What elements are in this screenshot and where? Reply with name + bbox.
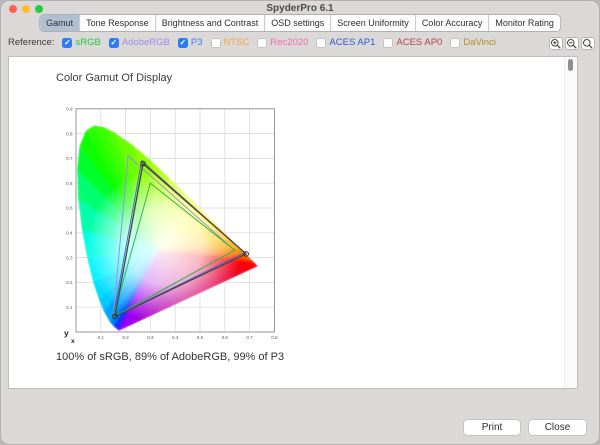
title-bar[interactable]: SpyderPro 6.1 [0, 0, 600, 14]
svg-text:0.7: 0.7 [246, 335, 253, 340]
svg-text:0.1: 0.1 [98, 335, 105, 340]
checkbox-label-aces-ap1: ACES AP1 [329, 37, 375, 48]
cie-chromaticity-chart: 0.1 0.2 0.3 0.4 0.5 0.6 0.7 0.8 0.1 0.2 0.3 0.4 0.5 0… [44, 100, 306, 350]
tab-gamut[interactable]: Gamut [40, 15, 79, 31]
zoom-in-icon [550, 38, 562, 50]
scrollbar-thumb[interactable] [568, 59, 573, 71]
checkbox-label-ntsc: NTSC [224, 37, 250, 48]
svg-text:0.1: 0.1 [66, 305, 73, 310]
scrollbar-track[interactable] [564, 57, 577, 388]
reference-option-adobergb[interactable]: ✓AdobeRGB [109, 37, 170, 48]
close-button[interactable]: Close [528, 419, 587, 436]
svg-text:0.5: 0.5 [66, 206, 73, 211]
svg-text:0.7: 0.7 [66, 156, 73, 161]
magnifier-icon [582, 38, 594, 50]
print-button[interactable]: Print [463, 419, 521, 436]
checkbox-label-rec2020: Rec2020 [270, 37, 308, 48]
svg-text:0.5: 0.5 [197, 335, 204, 340]
reference-option-aces-ap1[interactable]: ACES AP1 [316, 37, 375, 48]
svg-text:0.4: 0.4 [172, 335, 179, 340]
checked-checkbox-adobergb[interactable]: ✓ [109, 38, 119, 48]
zoom-reset-button[interactable] [581, 37, 595, 50]
svg-text:0.6: 0.6 [222, 335, 229, 340]
reference-option-rec2020[interactable]: Rec2020 [257, 37, 308, 48]
checked-checkbox-p3[interactable]: ✓ [178, 38, 188, 48]
y-axis-label: y [64, 328, 69, 338]
tab-brightness-and-contrast[interactable]: Brightness and Contrast [155, 15, 265, 31]
zoom-toolbar [549, 37, 595, 50]
svg-text:0.4: 0.4 [66, 231, 73, 236]
checked-checkbox-srgb[interactable]: ✓ [62, 38, 72, 48]
checkbox-label-adobergb: AdobeRGB [122, 37, 170, 48]
reference-option-p3[interactable]: ✓P3 [178, 37, 203, 48]
window-title: SpyderPro 6.1 [0, 3, 600, 14]
tab-color-accuracy[interactable]: Color Accuracy [415, 15, 489, 31]
unchecked-checkbox-aces-ap0[interactable] [383, 38, 393, 48]
checkbox-label-p3: P3 [191, 37, 203, 48]
zoom-in-button[interactable] [549, 37, 563, 50]
content-panel: Color Gamut Of Display 0.10.20.30.40.50.… [8, 56, 578, 389]
unchecked-checkbox-ntsc[interactable] [211, 38, 221, 48]
unchecked-checkbox-rec2020[interactable] [257, 38, 267, 48]
tab-screen-uniformity[interactable]: Screen Uniformity [330, 15, 415, 31]
tab-tone-response[interactable]: Tone Response [79, 15, 155, 31]
zoom-out-button[interactable] [565, 37, 579, 50]
reference-option-aces-ap0[interactable]: ACES AP0 [383, 37, 442, 48]
chart-title: Color Gamut Of Display [56, 72, 172, 84]
unchecked-checkbox-aces-ap1[interactable] [316, 38, 326, 48]
svg-text:0.8: 0.8 [66, 131, 73, 136]
svg-text:0.8: 0.8 [271, 335, 278, 340]
reference-options: ✓sRGB✓AdobeRGB✓P3NTSCRec2020ACES AP1ACES… [62, 37, 495, 48]
reference-option-srgb[interactable]: ✓sRGB [62, 37, 100, 48]
zoom-out-icon [566, 38, 578, 50]
reference-option-davinci[interactable]: DaVinci [450, 37, 496, 48]
reference-row: Reference: ✓sRGB✓AdobeRGB✓P3NTSCRec2020A… [8, 37, 496, 48]
svg-text:0.2: 0.2 [122, 335, 129, 340]
app-window: SpyderPro 6.1 GamutTone ResponseBrightne… [0, 0, 600, 445]
unchecked-checkbox-davinci[interactable] [450, 38, 460, 48]
svg-text:0.9: 0.9 [66, 107, 73, 112]
svg-text:0.2: 0.2 [66, 280, 73, 285]
tab-bar: GamutTone ResponseBrightness and Contras… [39, 14, 561, 32]
checkbox-label-aces-ap0: ACES AP0 [396, 37, 442, 48]
checkbox-label-davinci: DaVinci [463, 37, 496, 48]
reference-label: Reference: [8, 37, 54, 48]
reference-option-ntsc[interactable]: NTSC [211, 37, 250, 48]
gamut-coverage-summary: 100% of sRGB, 89% of AdobeRGB, 99% of P3 [56, 351, 284, 363]
tab-osd-settings[interactable]: OSD settings [264, 15, 330, 31]
x-axis-label: x [71, 338, 75, 345]
checkbox-label-srgb: sRGB [75, 37, 100, 48]
svg-text:0.3: 0.3 [147, 335, 154, 340]
svg-text:0.3: 0.3 [66, 255, 73, 260]
tab-monitor-rating[interactable]: Monitor Rating [488, 15, 560, 31]
svg-text:0.6: 0.6 [66, 181, 73, 186]
